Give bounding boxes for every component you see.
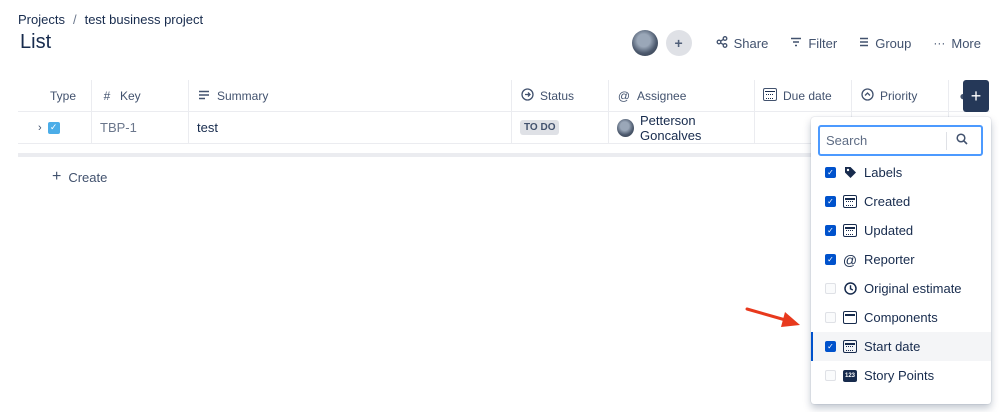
column-header-key-label: Key — [120, 88, 141, 103]
column-header-summary-label: Summary — [217, 88, 269, 103]
component-icon — [843, 311, 857, 325]
checkbox-checked[interactable]: ✓ — [825, 225, 836, 236]
more-label: More — [951, 35, 981, 51]
summary-lines-icon — [197, 89, 211, 103]
add-column-button[interactable]: + — [963, 80, 989, 112]
group-label: Group — [875, 35, 912, 51]
at-icon: @ — [617, 88, 631, 103]
hash-icon: # — [103, 88, 111, 103]
issue-key[interactable]: TBP-1 — [100, 120, 137, 135]
task-type-icon: ✓ — [47, 121, 60, 134]
column-header-due-date-label: Due date — [783, 88, 832, 103]
table-header: Type # Key Summary Status @ Assignee Due… — [18, 80, 990, 112]
checkbox-checked[interactable]: ✓ — [825, 254, 836, 265]
option-label: Created — [864, 194, 911, 209]
column-header-summary[interactable]: Summary — [189, 80, 512, 111]
checkbox-unchecked[interactable] — [825, 312, 836, 323]
create-label: Create — [68, 169, 108, 185]
plus-icon: + — [970, 85, 982, 106]
option-story-points[interactable]: 123 Story Points — [811, 361, 991, 390]
checkbox-checked[interactable]: ✓ — [825, 341, 836, 352]
option-label: Updated — [864, 223, 914, 238]
cell-key[interactable]: TBP-1 — [92, 112, 189, 143]
checkbox-checked[interactable]: ✓ — [825, 196, 836, 207]
column-header-priority[interactable]: Priority — [852, 80, 949, 111]
number-icon: 123 — [843, 369, 857, 383]
add-people-button[interactable]: + — [665, 30, 692, 56]
avatar — [617, 118, 634, 137]
toolbar: + Share Filter Group ··· More — [631, 30, 981, 56]
more-icon: ··· — [933, 36, 946, 50]
calendar-icon — [763, 87, 777, 104]
at-icon: @ — [842, 251, 858, 268]
cell-type: › ✓ — [18, 112, 92, 143]
search-input[interactable] — [820, 133, 946, 148]
cell-status[interactable]: TO DO — [512, 112, 609, 143]
breadcrumb: Projects / test business project — [18, 12, 203, 27]
add-person-icon: + — [674, 35, 683, 51]
option-label: Labels — [864, 165, 903, 180]
column-header-status[interactable]: Status — [512, 80, 609, 111]
option-updated[interactable]: ✓ Updated — [811, 216, 991, 245]
calendar-icon — [843, 224, 857, 238]
clock-icon — [843, 282, 857, 296]
option-original-estimate[interactable]: Original estimate — [811, 274, 991, 303]
column-header-type-label: Type — [50, 88, 77, 103]
option-components[interactable]: Components — [811, 303, 991, 332]
column-picker-dropdown: ✓ Labels ✓ Created ✓ Updated ✓ @ Reporte… — [811, 117, 991, 404]
status-arrow-circle-icon — [520, 87, 534, 104]
priority-icon — [860, 87, 874, 104]
plus-icon: + — [52, 168, 62, 185]
checkbox-unchecked[interactable] — [825, 370, 836, 381]
option-label: Components — [864, 310, 938, 325]
annotation-arrow-icon — [745, 307, 800, 327]
column-header-type[interactable]: Type — [18, 80, 92, 111]
calendar-icon — [843, 340, 857, 354]
user-avatar[interactable] — [631, 30, 658, 56]
calendar-icon — [843, 195, 857, 209]
option-created[interactable]: ✓ Created — [811, 187, 991, 216]
status-badge[interactable]: TO DO — [520, 120, 560, 135]
create-button[interactable]: + Create — [52, 168, 107, 186]
page-title: List — [20, 31, 52, 53]
option-reporter[interactable]: ✓ @ Reporter — [811, 245, 991, 274]
share-label: Share — [733, 35, 769, 51]
checkbox-checked[interactable]: ✓ — [825, 167, 836, 178]
column-header-key[interactable]: # Key — [92, 80, 189, 111]
column-header-due-date[interactable]: Due date — [755, 80, 852, 111]
breadcrumb-separator: / — [72, 12, 77, 27]
more-button[interactable]: ··· More — [933, 36, 981, 51]
chevron-right-icon[interactable]: › — [38, 122, 42, 134]
group-button[interactable]: Group — [859, 36, 911, 51]
filter-icon — [790, 36, 802, 50]
column-header-status-label: Status — [540, 88, 575, 103]
share-icon — [716, 35, 728, 51]
cell-summary[interactable]: test — [189, 112, 512, 143]
assignee-name: Petterson Goncalves — [640, 112, 702, 143]
column-search — [818, 125, 983, 156]
option-labels[interactable]: ✓ Labels — [811, 158, 991, 187]
checkbox-unchecked[interactable] — [825, 283, 836, 294]
column-header-assignee-label: Assignee — [637, 88, 687, 103]
filter-label: Filter — [808, 35, 838, 51]
filter-button[interactable]: Filter — [790, 36, 837, 51]
avatar-group: + — [631, 30, 692, 56]
search-icon[interactable] — [947, 133, 977, 148]
option-label: Reporter — [864, 252, 915, 267]
breadcrumb-project-link[interactable]: test business project — [85, 12, 204, 27]
table-scrollbar[interactable] — [18, 153, 813, 157]
cell-assignee[interactable]: Petterson Goncalves — [609, 112, 755, 143]
column-header-priority-label: Priority — [880, 88, 918, 103]
issue-summary: test — [197, 120, 218, 135]
breadcrumb-projects-link[interactable]: Projects — [18, 12, 65, 27]
tag-icon — [843, 166, 857, 180]
option-label: Start date — [864, 339, 921, 354]
group-icon — [859, 36, 869, 50]
option-label: Story Points — [864, 368, 935, 383]
option-label: Original estimate — [864, 281, 962, 296]
share-button[interactable]: Share — [716, 35, 769, 51]
column-header-assignee[interactable]: @ Assignee — [609, 80, 755, 111]
option-start-date[interactable]: ✓ Start date — [811, 332, 991, 361]
